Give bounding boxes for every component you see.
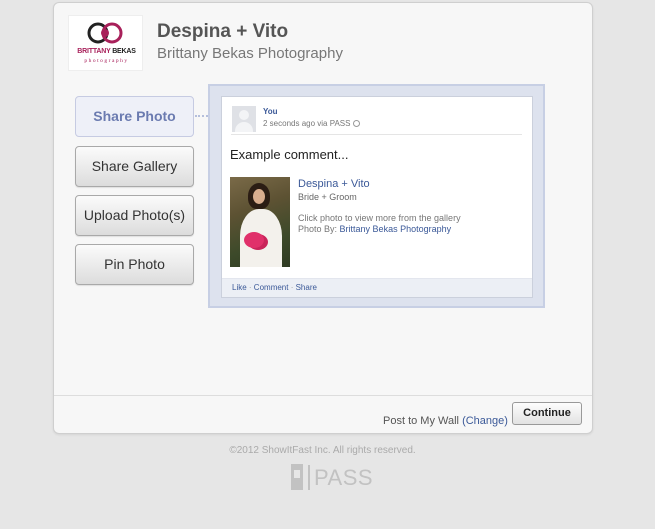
photo-credit: Photo By: Brittany Bekas Photography xyxy=(298,224,452,234)
gallery-thumbnail[interactable] xyxy=(230,177,290,267)
copyright-text: ©2012 ShowItFast Inc. All rights reserve… xyxy=(229,445,416,456)
pass-logo-text: PASS xyxy=(314,465,374,490)
post-destination: Post to My Wall (Change) xyxy=(383,415,508,427)
page-title: Despina + Vito xyxy=(157,21,289,42)
active-connector xyxy=(195,115,208,117)
footer-divider xyxy=(54,395,592,396)
post-meta: 2 seconds ago via PASS xyxy=(263,119,361,128)
post-comment: Example comment... xyxy=(230,147,349,162)
divider xyxy=(231,134,522,135)
post-preview-frame: You 2 seconds ago via PASS Example comme… xyxy=(208,84,545,308)
post-author: You xyxy=(263,107,278,116)
pin-photo-button[interactable]: Pin Photo xyxy=(75,244,194,285)
logo-brand-text: BRITTANY BEKAS xyxy=(77,48,136,55)
comment-link[interactable]: Comment xyxy=(254,283,289,292)
link-description: Click photo to view more from the galler… xyxy=(298,213,461,223)
link-title[interactable]: Despina + Vito xyxy=(298,178,370,190)
brand-logo: BRITTANY BEKAS photography xyxy=(68,15,143,71)
logo-mark-icon xyxy=(87,22,123,44)
globe-icon xyxy=(353,120,361,127)
post-actions-bar: Like · Comment · Share xyxy=(222,278,532,297)
like-link[interactable]: Like xyxy=(232,283,247,292)
share-link[interactable]: Share xyxy=(296,283,317,292)
pass-mark-icon xyxy=(291,464,303,490)
change-destination-link[interactable]: (Change) xyxy=(462,415,508,427)
page-subtitle: Brittany Bekas Photography xyxy=(157,45,343,62)
link-subtitle: Bride + Groom xyxy=(298,192,357,202)
facebook-post-preview: You 2 seconds ago via PASS Example comme… xyxy=(221,96,533,298)
share-gallery-button[interactable]: Share Gallery xyxy=(75,146,194,187)
pass-logo: PASS xyxy=(291,464,373,492)
share-dialog: BRITTANY BEKAS photography Despina + Vit… xyxy=(53,2,593,434)
avatar xyxy=(232,106,256,132)
dialog-header: BRITTANY BEKAS photography Despina + Vit… xyxy=(68,15,568,71)
continue-button[interactable]: Continue xyxy=(512,402,582,425)
share-photo-button[interactable]: Share Photo xyxy=(75,96,194,137)
upload-photos-button[interactable]: Upload Photo(s) xyxy=(75,195,194,236)
photographer-link[interactable]: Brittany Bekas Photography xyxy=(340,224,452,234)
logo-tagline: photography xyxy=(84,58,129,64)
